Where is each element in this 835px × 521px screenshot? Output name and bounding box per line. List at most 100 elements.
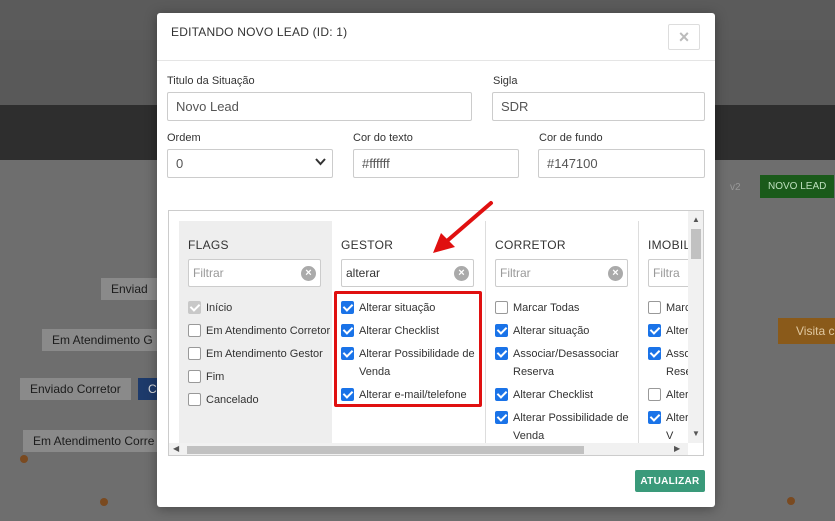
flag-item[interactable]: Fim bbox=[188, 368, 332, 386]
imobiliaria-column: IMOBILI Marc Alter Asso Rese Alter Alter… bbox=[639, 221, 689, 443]
permission-item[interactable]: Marcar Todas bbox=[495, 299, 639, 317]
permission-item[interactable]: Alterar situação bbox=[495, 322, 639, 340]
checkbox[interactable] bbox=[495, 347, 508, 360]
permission-item[interactable]: Alter bbox=[648, 386, 689, 404]
scroll-left-icon[interactable]: ◀ bbox=[173, 444, 179, 453]
checkbox[interactable] bbox=[188, 347, 201, 360]
clear-filter-icon[interactable]: × bbox=[608, 266, 623, 281]
item-label: Alterar situação bbox=[513, 325, 590, 337]
column-title: FLAGS bbox=[188, 238, 229, 252]
item-label: Associar/Desassociar Reserva bbox=[513, 348, 619, 378]
checkbox[interactable] bbox=[341, 324, 354, 337]
vertical-scrollbar[interactable]: ▲ ▼ bbox=[688, 211, 703, 443]
modal-title: EDITANDO NOVO LEAD (ID: 1) bbox=[171, 25, 348, 39]
flag-item[interactable]: Em Atendimento Gestor bbox=[188, 345, 332, 363]
scroll-thumb[interactable] bbox=[691, 229, 701, 259]
flag-item[interactable]: Início bbox=[188, 299, 332, 317]
permission-item[interactable]: Asso Rese bbox=[648, 345, 689, 381]
ordem-select[interactable]: 0 bbox=[167, 149, 333, 178]
item-label: Alterar situação bbox=[359, 302, 436, 314]
checkbox[interactable] bbox=[648, 347, 661, 360]
item-label: Alter bbox=[666, 389, 689, 401]
checkbox[interactable] bbox=[341, 388, 354, 401]
titulo-label: Titulo da Situação bbox=[167, 75, 255, 87]
item-label: Alterar Possibilidade de Venda bbox=[359, 348, 475, 378]
checkbox[interactable] bbox=[341, 301, 354, 314]
cor-texto-input[interactable] bbox=[353, 149, 519, 178]
flow-node-novo-lead: NOVO LEAD bbox=[760, 175, 835, 198]
item-label: Em Atendimento Corretor bbox=[206, 325, 331, 337]
column-title: CORRETOR bbox=[495, 238, 566, 252]
checkbox[interactable] bbox=[648, 301, 661, 314]
version-label: v2 bbox=[730, 182, 741, 193]
item-label: Alterar Checklist bbox=[513, 389, 594, 401]
flow-connector-dot bbox=[100, 498, 108, 506]
permission-item[interactable]: Alterar e-mail/telefone bbox=[341, 386, 485, 404]
permissions-panel: FLAGS × Início Em Atendimento Corretor E… bbox=[168, 210, 704, 456]
item-label: Alterar Checklist bbox=[359, 325, 440, 337]
flags-column: FLAGS × Início Em Atendimento Corretor E… bbox=[179, 221, 332, 443]
ordem-label: Ordem bbox=[167, 132, 201, 144]
horizontal-scrollbar[interactable]: ◀ ▶ bbox=[169, 443, 688, 455]
item-label: Marc bbox=[666, 302, 689, 314]
item-label: Fim bbox=[206, 371, 225, 383]
checkbox[interactable] bbox=[495, 411, 508, 424]
titulo-input[interactable] bbox=[167, 92, 472, 121]
checkbox[interactable] bbox=[188, 301, 201, 314]
item-label: Cancelado bbox=[206, 394, 259, 406]
permission-item[interactable]: Associar/Desassociar Reserva bbox=[495, 345, 639, 381]
permission-item[interactable]: Alterar Possibilidade de Venda bbox=[341, 345, 485, 381]
checkbox[interactable] bbox=[648, 411, 661, 424]
modal-header: EDITANDO NOVO LEAD (ID: 1) × bbox=[157, 13, 715, 61]
item-label: Asso Rese bbox=[666, 348, 689, 378]
checkbox[interactable] bbox=[188, 393, 201, 406]
checkbox[interactable] bbox=[648, 388, 661, 401]
checkbox[interactable] bbox=[495, 388, 508, 401]
checkbox[interactable] bbox=[188, 324, 201, 337]
sigla-input[interactable] bbox=[492, 92, 705, 121]
permission-item[interactable]: Alterar Checklist bbox=[495, 386, 639, 404]
ordem-value: 0 bbox=[176, 156, 184, 171]
checkbox[interactable] bbox=[648, 324, 661, 337]
item-label: Em Atendimento Gestor bbox=[206, 348, 323, 360]
permission-item[interactable]: Alter bbox=[648, 322, 689, 340]
cor-fundo-label: Cor de fundo bbox=[539, 132, 603, 144]
edit-lead-modal: EDITANDO NOVO LEAD (ID: 1) × Titulo da S… bbox=[157, 13, 715, 507]
item-label: Alter de V bbox=[666, 412, 689, 442]
scroll-thumb[interactable] bbox=[187, 446, 584, 454]
cor-texto-label: Cor do texto bbox=[353, 132, 413, 144]
corretor-column: CORRETOR × Marcar Todas Alterar situação… bbox=[486, 221, 639, 443]
checkbox[interactable] bbox=[495, 324, 508, 337]
permission-item[interactable]: Alterar situação bbox=[341, 299, 485, 317]
item-label: Início bbox=[206, 302, 233, 314]
scroll-right-icon[interactable]: ▶ bbox=[674, 444, 680, 453]
flag-item[interactable]: Em Atendimento Corretor bbox=[188, 322, 332, 340]
flow-connector-dot bbox=[787, 497, 795, 505]
permission-item[interactable]: Alterar Checklist bbox=[341, 322, 485, 340]
permission-item[interactable]: Alterar Possibilidade de Venda bbox=[495, 409, 639, 445]
column-title: GESTOR bbox=[341, 238, 394, 252]
update-button[interactable]: ATUALIZAR bbox=[635, 470, 705, 492]
permission-item[interactable]: Marc bbox=[648, 299, 689, 317]
item-label: Alter bbox=[666, 325, 689, 337]
scroll-down-icon[interactable]: ▼ bbox=[692, 429, 700, 438]
checkbox[interactable] bbox=[188, 370, 201, 383]
close-icon: × bbox=[678, 27, 690, 47]
checkbox[interactable] bbox=[495, 301, 508, 314]
flag-item[interactable]: Cancelado bbox=[188, 391, 332, 409]
checkbox[interactable] bbox=[341, 347, 354, 360]
column-title: IMOBILI bbox=[648, 238, 689, 252]
item-label: Alterar Possibilidade de Venda bbox=[513, 412, 629, 442]
scroll-up-icon[interactable]: ▲ bbox=[692, 215, 700, 224]
clear-filter-icon[interactable]: × bbox=[301, 266, 316, 281]
flow-node: Enviado Corretor bbox=[20, 378, 131, 400]
item-label: Alterar e-mail/telefone bbox=[359, 389, 467, 401]
chevron-down-icon bbox=[315, 158, 326, 166]
close-button[interactable]: × bbox=[668, 24, 700, 50]
gestor-column: GESTOR × Alterar situação Alterar Checkl… bbox=[332, 221, 486, 443]
clear-filter-icon[interactable]: × bbox=[454, 266, 469, 281]
flow-node: Enviad bbox=[101, 278, 158, 300]
permission-item[interactable]: Alter de V bbox=[648, 409, 689, 443]
imobiliaria-filter-input[interactable] bbox=[648, 259, 689, 287]
cor-fundo-input[interactable] bbox=[538, 149, 705, 178]
